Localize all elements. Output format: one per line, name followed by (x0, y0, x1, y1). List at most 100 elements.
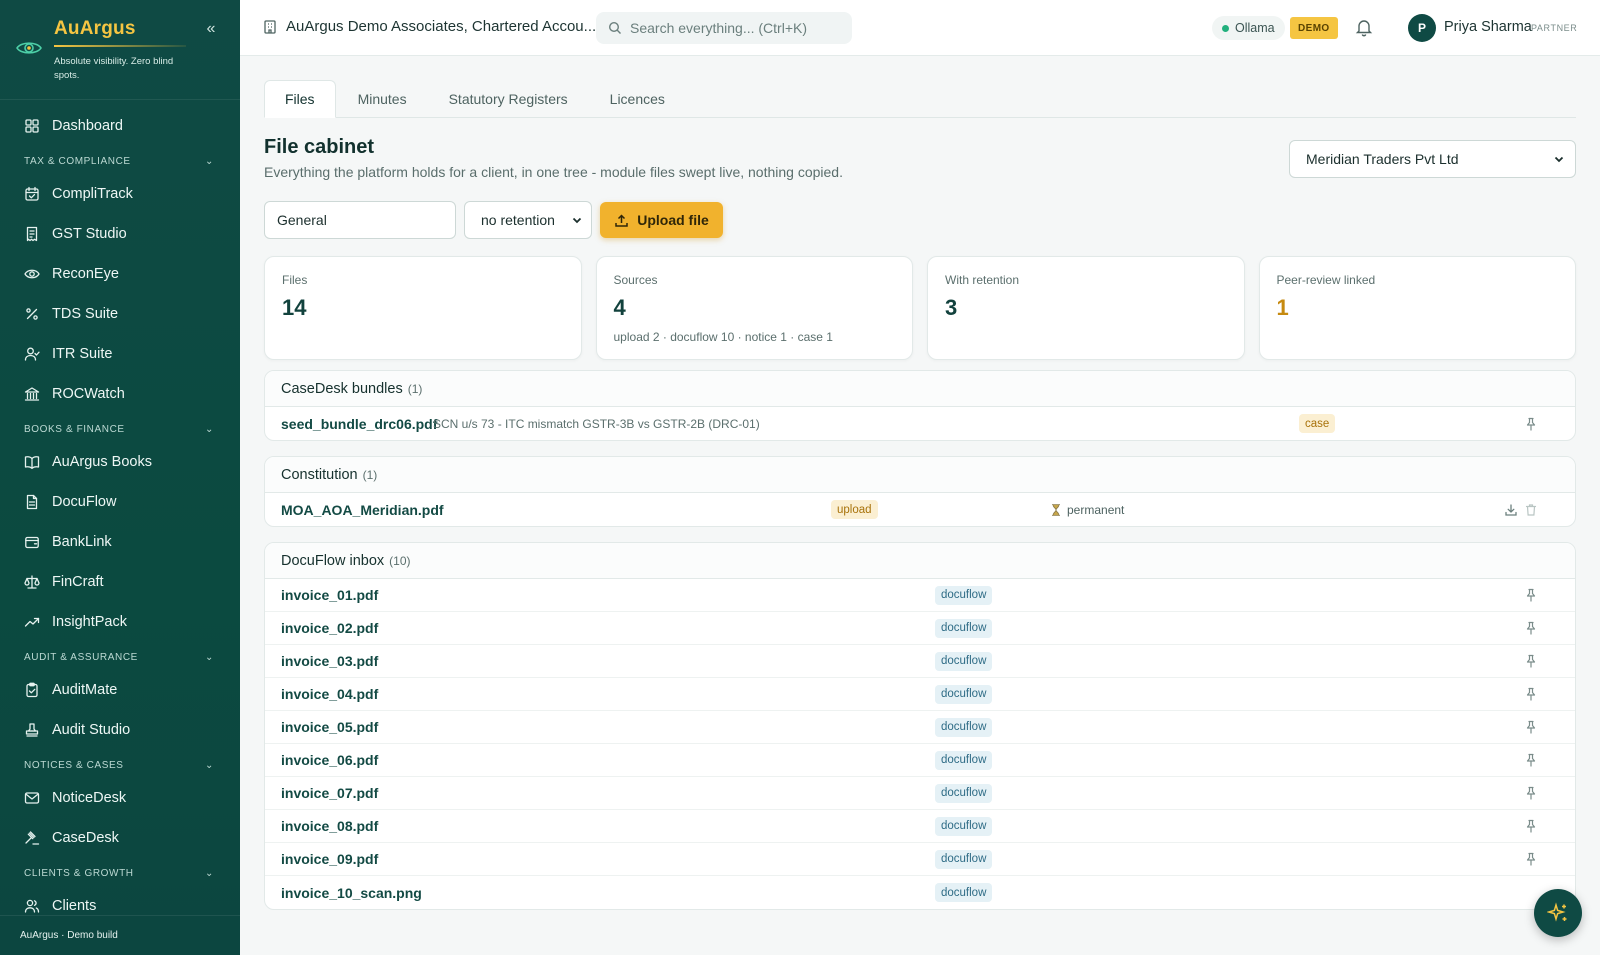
sidebar-item-label: ROCWatch (52, 386, 125, 402)
pin-icon[interactable] (1524, 588, 1538, 602)
source-badge: docuflow (935, 849, 993, 869)
stat-card: Sources 4 upload 2 · docuflow 10 · notic… (595, 256, 913, 360)
download-icon[interactable] (1504, 503, 1518, 517)
source-badge: docuflow (935, 750, 993, 770)
sidebar-item-label: AuArgus Books (52, 454, 152, 470)
tab-licences[interactable]: Licences (590, 80, 685, 118)
hourglass-icon (1051, 503, 1061, 516)
folder-input[interactable]: General (264, 201, 456, 239)
nav-section-header[interactable]: AUDIT & ASSURANCE ⌄ (0, 644, 240, 670)
pin-icon[interactable] (1524, 852, 1538, 866)
pin-icon[interactable] (1524, 687, 1538, 701)
pin-icon[interactable] (1524, 417, 1538, 431)
calendar-check-icon (24, 186, 40, 202)
file-name[interactable]: invoice_06.pdf (281, 752, 378, 768)
chevron-down-icon: ⌄ (205, 867, 214, 879)
sidebar-item-docuflow[interactable]: DocuFlow (0, 482, 240, 522)
file-row[interactable]: invoice_07.pdf docuflow (265, 777, 1575, 810)
sidebar-item-auditmate[interactable]: AuditMate (0, 670, 240, 710)
avatar[interactable]: P (1408, 14, 1436, 42)
sidebar-item-insightpack[interactable]: InsightPack (0, 602, 240, 642)
file-name[interactable]: invoice_08.pdf (281, 818, 378, 834)
brand-tagline: Absolute visibility. Zero blind spots. (54, 56, 174, 81)
sidebar-item-auargus-books[interactable]: AuArgus Books (0, 442, 240, 482)
assistant-fab-button[interactable] (1534, 889, 1582, 937)
firm-switcher[interactable]: AuArgus Demo Associates, Chartered Accou… (262, 18, 596, 35)
sidebar-item-rocwatch[interactable]: ROCWatch (0, 374, 240, 414)
pin-icon[interactable] (1524, 720, 1538, 734)
tab-minutes[interactable]: Minutes (338, 80, 427, 118)
nav-section-header[interactable]: BOOKS & FINANCE ⌄ (0, 416, 240, 442)
nav-section-header[interactable]: CLIENTS & GROWTH ⌄ (0, 860, 240, 886)
file-row[interactable]: MOA_AOA_Meridian.pdf upload permanent (265, 493, 1575, 526)
file-name[interactable]: invoice_09.pdf (281, 851, 378, 867)
book-open-icon (24, 454, 40, 470)
upload-file-button[interactable]: Upload file (600, 202, 723, 238)
main-content: Files Minutes Statutory Registers Licences … (240, 56, 1600, 955)
pin-icon[interactable] (1524, 786, 1538, 800)
file-name[interactable]: invoice_07.pdf (281, 785, 378, 801)
nav-section-header[interactable]: NOTICES & CASES ⌄ (0, 752, 240, 778)
retention-select[interactable]: no retention (464, 201, 592, 239)
source-badge: docuflow (935, 585, 993, 605)
bell-icon[interactable] (1354, 17, 1374, 37)
sidebar-item-tds-suite[interactable]: TDS Suite (0, 294, 240, 334)
file-row[interactable]: invoice_05.pdf docuflow (265, 711, 1575, 744)
client-select[interactable]: Meridian Traders Pvt Ltd (1289, 140, 1576, 178)
sidebar-item-noticedesk[interactable]: NoticeDesk (0, 778, 240, 818)
pin-icon[interactable] (1524, 654, 1538, 668)
file-name[interactable]: invoice_02.pdf (281, 620, 378, 636)
source-badge: docuflow (935, 717, 993, 737)
upload-file-label: Upload file (637, 212, 709, 228)
sidebar-item-audit-studio[interactable]: Audit Studio (0, 710, 240, 750)
sidebar-item-fincraft[interactable]: FinCraft (0, 562, 240, 602)
sidebar-item-dashboard[interactable]: Dashboard (0, 106, 240, 146)
pin-icon[interactable] (1524, 819, 1538, 833)
pin-icon[interactable] (1524, 753, 1538, 767)
file-row[interactable]: invoice_10_scan.png docuflow (265, 876, 1575, 909)
tab-statutory-registers[interactable]: Statutory Registers (429, 80, 588, 118)
search-input[interactable]: Search everything... (Ctrl+K) (596, 12, 852, 44)
users-icon (24, 898, 40, 914)
ollama-status[interactable]: Ollama (1212, 16, 1285, 40)
status-dot-icon (1222, 24, 1229, 32)
stat-value: 14 (282, 295, 307, 320)
sidebar-item-complitrack[interactable]: CompliTrack (0, 174, 240, 214)
file-row[interactable]: invoice_03.pdf docuflow (265, 645, 1575, 678)
file-name[interactable]: invoice_01.pdf (281, 587, 378, 603)
sidebar-item-casedesk[interactable]: CaseDesk (0, 818, 240, 858)
chevron-down-icon: ⌄ (205, 155, 214, 167)
group-header[interactable]: DocuFlow inbox (10) (265, 543, 1575, 579)
tab-files[interactable]: Files (264, 80, 336, 118)
file-name[interactable]: seed_bundle_drc06.pdf (281, 416, 437, 432)
group-header[interactable]: CaseDesk bundles (1) (265, 371, 1575, 407)
user-name[interactable]: Priya Sharma (1444, 19, 1532, 35)
stat-label: Files (282, 273, 308, 287)
file-name[interactable]: invoice_10_scan.png (281, 885, 422, 901)
file-row[interactable]: invoice_09.pdf docuflow (265, 843, 1575, 876)
file-row[interactable]: invoice_06.pdf docuflow (265, 744, 1575, 777)
file-name[interactable]: MOA_AOA_Meridian.pdf (281, 502, 444, 518)
search-placeholder: Search everything... (Ctrl+K) (630, 20, 808, 36)
trash-icon[interactable] (1524, 503, 1538, 517)
nav-section-header[interactable]: TAX & COMPLIANCE ⌄ (0, 148, 240, 174)
file-row[interactable]: invoice_04.pdf docuflow (265, 678, 1575, 711)
stat-card: Peer-review linked 1 (1258, 256, 1576, 360)
file-name[interactable]: invoice_04.pdf (281, 686, 378, 702)
stat-sub: upload 2 · docuflow 10 · notice 1 · case… (613, 330, 833, 344)
file-name[interactable]: invoice_03.pdf (281, 653, 378, 669)
wallet-icon (24, 534, 40, 550)
collapse-sidebar-icon[interactable]: « (202, 20, 220, 38)
file-row[interactable]: invoice_08.pdf docuflow (265, 810, 1575, 843)
source-badge: docuflow (935, 816, 993, 836)
sidebar-item-itr-suite[interactable]: ITR Suite (0, 334, 240, 374)
sidebar-item-banklink[interactable]: BankLink (0, 522, 240, 562)
sidebar-item-reconeye[interactable]: ReconEye (0, 254, 240, 294)
file-row[interactable]: invoice_02.pdf docuflow (265, 612, 1575, 645)
pin-icon[interactable] (1524, 621, 1538, 635)
file-row[interactable]: seed_bundle_drc06.pdf SCN u/s 73 - ITC mi… (265, 407, 1575, 440)
group-header[interactable]: Constitution (1) (265, 457, 1575, 493)
file-name[interactable]: invoice_05.pdf (281, 719, 378, 735)
file-row[interactable]: invoice_01.pdf docuflow (265, 579, 1575, 612)
sidebar-item-gst-studio[interactable]: GST Studio (0, 214, 240, 254)
